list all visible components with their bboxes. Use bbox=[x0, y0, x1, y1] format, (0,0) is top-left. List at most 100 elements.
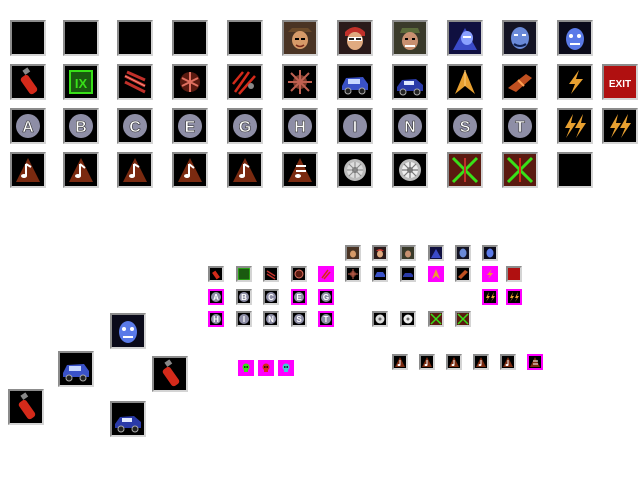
letter-glyph: S bbox=[296, 315, 302, 324]
letter-tile: A bbox=[10, 108, 46, 144]
wheel-icon bbox=[392, 152, 428, 188]
music-note-icon bbox=[63, 152, 99, 188]
music-note-icon bbox=[419, 354, 435, 370]
letter-tile: E bbox=[291, 289, 307, 305]
double-lightning-icon bbox=[506, 289, 522, 305]
portrait-blue-icon bbox=[455, 245, 471, 261]
spike-ball-icon bbox=[282, 64, 318, 100]
wheel-icon bbox=[337, 152, 373, 188]
letter-tile: T bbox=[502, 108, 538, 144]
letter-tile: E bbox=[172, 108, 208, 144]
shield-icon bbox=[291, 266, 307, 282]
letter-tile: G bbox=[318, 289, 334, 305]
portrait-blue-icon bbox=[502, 20, 538, 56]
letter-glyph: I bbox=[243, 315, 245, 324]
empty-tile bbox=[557, 152, 593, 188]
letter-glyph: S bbox=[460, 119, 471, 136]
double-lightning-icon bbox=[602, 108, 638, 144]
shield-icon bbox=[172, 64, 208, 100]
double-lightning-icon bbox=[557, 108, 593, 144]
letter-glyph: T bbox=[515, 119, 525, 136]
scratch-icon bbox=[318, 266, 334, 282]
claw-icon bbox=[263, 266, 279, 282]
skull-icon bbox=[278, 360, 294, 376]
portrait-blue-icon bbox=[447, 20, 483, 56]
letter-tile: I bbox=[236, 311, 252, 327]
jet-icon bbox=[455, 266, 471, 282]
letter-tile: T bbox=[318, 311, 334, 327]
extinguisher-icon bbox=[208, 266, 224, 282]
letter-glyph: C bbox=[129, 119, 141, 136]
letter-tile: I bbox=[337, 108, 373, 144]
letter-glyph: N bbox=[268, 315, 274, 324]
wheel-icon bbox=[372, 311, 388, 327]
x-box-icon bbox=[447, 152, 483, 188]
letter-tile: A bbox=[208, 289, 224, 305]
x-box-icon bbox=[428, 311, 444, 327]
empty-tile bbox=[10, 20, 46, 56]
letter-tile: C bbox=[117, 108, 153, 144]
letter-glyph: E bbox=[185, 119, 196, 136]
exit-sign-text: EXIT bbox=[609, 79, 631, 90]
double-lightning-icon bbox=[482, 289, 498, 305]
claw-icon bbox=[117, 64, 153, 100]
spike-ball-icon bbox=[345, 266, 361, 282]
car-icon bbox=[58, 351, 94, 387]
music-note-icon bbox=[117, 152, 153, 188]
portrait-bandana-icon bbox=[400, 245, 416, 261]
car-icon bbox=[392, 64, 428, 100]
empty-tile bbox=[227, 20, 263, 56]
svg-text:IX: IX bbox=[75, 76, 88, 91]
letter-tile: H bbox=[208, 311, 224, 327]
portrait-bandana-icon bbox=[392, 20, 428, 56]
portrait-blue-icon bbox=[428, 245, 444, 261]
music-note-icon bbox=[392, 354, 408, 370]
letter-tile: N bbox=[263, 311, 279, 327]
music-note-icon bbox=[282, 152, 318, 188]
portrait-cowboy-icon bbox=[345, 245, 361, 261]
empty-tile bbox=[117, 20, 153, 56]
letter-glyph: I bbox=[353, 119, 357, 136]
letter-glyph: H bbox=[213, 315, 219, 324]
music-note-icon bbox=[500, 354, 516, 370]
letter-glyph: H bbox=[294, 119, 306, 136]
music-note-icon bbox=[10, 152, 46, 188]
letter-tile: N bbox=[392, 108, 428, 144]
extinguisher-icon bbox=[8, 389, 44, 425]
letter-tile: S bbox=[447, 108, 483, 144]
extinguisher-icon bbox=[10, 64, 46, 100]
music-note-icon bbox=[446, 354, 462, 370]
music-note-icon bbox=[227, 152, 263, 188]
letter-glyph: A bbox=[213, 293, 219, 302]
letter-glyph: T bbox=[324, 315, 329, 324]
wheel-icon bbox=[400, 311, 416, 327]
letter-glyph: C bbox=[268, 293, 274, 302]
x-box-icon bbox=[502, 152, 538, 188]
empty-tile bbox=[172, 20, 208, 56]
arrow-icon bbox=[428, 266, 444, 282]
skull-icon bbox=[238, 360, 254, 376]
letter-tile: C bbox=[263, 289, 279, 305]
portrait-blue-icon bbox=[110, 313, 146, 349]
car-icon bbox=[337, 64, 373, 100]
letter-glyph: E bbox=[296, 293, 302, 302]
letter-tile: S bbox=[291, 311, 307, 327]
letter-tile: B bbox=[236, 289, 252, 305]
car-icon bbox=[400, 266, 416, 282]
music-note-icon bbox=[473, 354, 489, 370]
letter-glyph: B bbox=[241, 293, 247, 302]
ix-box-icon bbox=[236, 266, 252, 282]
letter-tile: H bbox=[282, 108, 318, 144]
extinguisher-icon bbox=[152, 356, 188, 392]
scratch-icon bbox=[227, 64, 263, 100]
lightning-icon bbox=[482, 266, 498, 282]
letter-glyph: G bbox=[239, 119, 251, 136]
car-icon bbox=[110, 401, 146, 437]
arrow-icon bbox=[447, 64, 483, 100]
letter-glyph: B bbox=[75, 119, 87, 136]
letter-glyph: G bbox=[323, 293, 329, 302]
empty-tile bbox=[63, 20, 99, 56]
portrait-blue-icon bbox=[482, 245, 498, 261]
car-icon bbox=[372, 266, 388, 282]
exit-sign-icon: EXIT bbox=[602, 64, 638, 100]
